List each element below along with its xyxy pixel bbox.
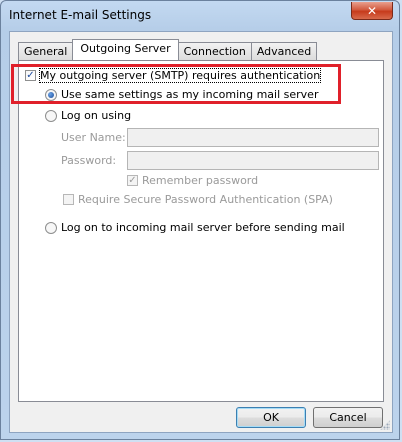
dialog-window: Internet E-mail Settings ✕ General Outgo… (0, 0, 400, 440)
close-button[interactable]: ✕ (351, 2, 393, 20)
requires-auth-label: My outgoing server (SMTP) requires authe… (38, 68, 322, 83)
remember-password-row[interactable]: ✓ Remember password (127, 174, 258, 187)
check-icon: ✓ (26, 69, 35, 81)
tab-advanced[interactable]: Advanced (250, 42, 318, 60)
radio-selected-dot (48, 91, 54, 98)
log-on-incoming-radio[interactable] (45, 221, 57, 234)
window-title: Internet E-mail Settings (9, 8, 152, 22)
user-name-label: User Name: (61, 131, 126, 144)
log-on-incoming-row[interactable]: Log on to incoming mail server before se… (45, 221, 345, 234)
ok-button[interactable]: OK (236, 407, 306, 428)
tab-strip: General Outgoing Server Connection Advan… (18, 39, 318, 60)
user-name-input[interactable] (127, 128, 379, 147)
requires-auth-row[interactable]: ✓ My outgoing server (SMTP) requires aut… (25, 68, 322, 83)
remember-password-checkbox[interactable]: ✓ (127, 175, 138, 186)
spa-label: Require Secure Password Authentication (… (78, 193, 333, 206)
spa-checkbox[interactable] (63, 194, 74, 205)
log-on-using-radio[interactable] (45, 109, 57, 122)
requires-auth-checkbox[interactable]: ✓ (25, 70, 36, 81)
tab-general[interactable]: General (18, 42, 74, 60)
outgoing-server-panel: ✓ My outgoing server (SMTP) requires aut… (18, 60, 384, 402)
password-label: Password: (61, 154, 117, 167)
dialog-client-area: General Outgoing Server Connection Advan… (9, 31, 393, 433)
check-icon: ✓ (128, 174, 137, 186)
use-same-settings-row[interactable]: Use same settings as my incoming mail se… (45, 88, 318, 101)
close-icon: ✕ (366, 3, 378, 18)
log-on-using-row[interactable]: Log on using (45, 109, 131, 122)
log-on-using-label: Log on using (61, 109, 132, 122)
tab-outgoing-server[interactable]: Outgoing Server (72, 39, 179, 60)
use-same-settings-label: Use same settings as my incoming mail se… (61, 88, 319, 101)
remember-password-label: Remember password (142, 174, 259, 187)
password-input[interactable] (127, 151, 379, 170)
cancel-button[interactable]: Cancel (313, 407, 383, 428)
tab-connection[interactable]: Connection (177, 42, 252, 60)
spa-row[interactable]: Require Secure Password Authentication (… (63, 193, 333, 206)
log-on-incoming-label: Log on to incoming mail server before se… (61, 221, 345, 234)
use-same-settings-radio[interactable] (45, 88, 57, 101)
